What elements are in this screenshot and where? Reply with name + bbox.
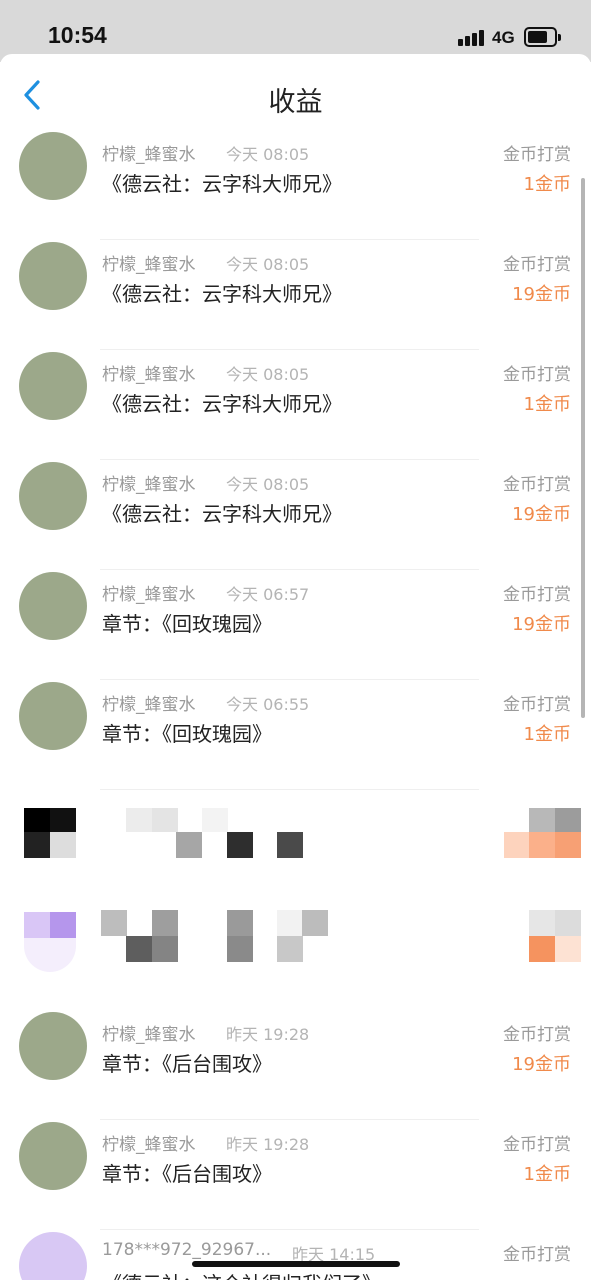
list-item[interactable]: 柠檬_蜂蜜水 今天 08:05 《德云社：云字科大师兄》 金币打赏 1金币 <box>0 350 591 460</box>
item-title: 《德云社：云字科大师兄》 <box>102 502 342 526</box>
timestamp: 今天 08:05 <box>226 255 310 274</box>
reward-amount: 1金币 <box>523 394 571 415</box>
avatar[interactable] <box>19 682 87 750</box>
timestamp: 今天 08:05 <box>226 475 310 494</box>
user-name: 柠檬_蜂蜜水 <box>102 1025 196 1045</box>
timestamp: 今天 08:05 <box>226 365 310 384</box>
list-item[interactable]: 柠檬_蜂蜜水 昨天 19:28 章节：《后台围攻》 金币打赏 1金币 <box>0 1120 591 1230</box>
reward-type: 金币打赏 <box>503 255 571 275</box>
battery-icon <box>524 27 561 47</box>
reward-amount: 1金币 <box>523 724 571 745</box>
reward-type: 金币打赏 <box>503 585 571 605</box>
status-time: 10:54 <box>48 22 107 48</box>
item-title: 章节：《回玫瑰园》 <box>102 722 272 746</box>
list-item[interactable]: 178***972_92967... 昨天 14:15 《德云社：这个社得归我们… <box>0 1230 591 1280</box>
avatar[interactable] <box>19 1122 87 1190</box>
avatar[interactable] <box>19 572 87 640</box>
reward-amount: 1金币 <box>523 1164 571 1185</box>
reward-amount: 1金币 <box>523 174 571 195</box>
user-name: 柠檬_蜂蜜水 <box>102 255 196 275</box>
reward-type: 金币打赏 <box>503 695 571 715</box>
item-title: 《德云社：这个社得归我们了》 <box>102 1268 382 1280</box>
redacted-list-item[interactable] <box>0 790 591 900</box>
redacted-list-item[interactable] <box>0 900 591 1010</box>
earnings-list: 柠檬_蜂蜜水 今天 08:05 《德云社：云字科大师兄》 金币打赏 1金币 柠檬… <box>0 130 591 1280</box>
timestamp: 昨天 19:28 <box>226 1135 310 1154</box>
signal-icon <box>458 29 486 46</box>
reward-type: 金币打赏 <box>503 145 571 165</box>
item-title: 章节：《后台围攻》 <box>102 1162 272 1186</box>
avatar[interactable] <box>19 132 87 200</box>
user-name: 柠檬_蜂蜜水 <box>102 365 196 385</box>
list-item[interactable]: 柠檬_蜂蜜水 今天 08:05 《德云社：云字科大师兄》 金币打赏 19金币 <box>0 460 591 570</box>
nav-bar: 收益 <box>0 54 591 132</box>
timestamp: 昨天 19:28 <box>226 1025 310 1044</box>
page-title: 收益 <box>268 87 323 118</box>
timestamp: 今天 06:55 <box>226 695 310 714</box>
item-title: 章节：《后台围攻》 <box>102 1052 272 1076</box>
reward-type: 金币打赏 <box>503 475 571 495</box>
scrollbar[interactable] <box>581 178 585 718</box>
reward-type: 金币打赏 <box>503 1025 571 1045</box>
reward-amount: 19金币 <box>512 1054 571 1075</box>
user-name: 柠檬_蜂蜜水 <box>102 475 196 495</box>
item-title: 章节：《回玫瑰园》 <box>102 612 272 636</box>
reward-amount: 19金币 <box>512 614 571 635</box>
list-item[interactable]: 柠檬_蜂蜜水 今天 06:57 章节：《回玫瑰园》 金币打赏 19金币 <box>0 570 591 680</box>
list-item[interactable]: 柠檬_蜂蜜水 昨天 19:28 章节：《后台围攻》 金币打赏 19金币 <box>0 1010 591 1120</box>
avatar[interactable] <box>19 352 87 420</box>
user-name: 柠檬_蜂蜜水 <box>102 695 196 715</box>
item-title: 《德云社：云字科大师兄》 <box>102 172 342 196</box>
avatar[interactable] <box>19 1232 87 1280</box>
reward-amount: 19金币 <box>512 504 571 525</box>
avatar[interactable] <box>19 1012 87 1080</box>
timestamp: 今天 06:57 <box>226 585 310 604</box>
item-title: 《德云社：云字科大师兄》 <box>102 282 342 306</box>
user-name: 柠檬_蜂蜜水 <box>102 145 196 165</box>
list-item[interactable]: 柠檬_蜂蜜水 今天 08:05 《德云社：云字科大师兄》 金币打赏 19金币 <box>0 240 591 350</box>
status-bar: 10:54 4G <box>0 0 591 62</box>
reward-type: 金币打赏 <box>503 1135 571 1155</box>
avatar[interactable] <box>19 462 87 530</box>
list-item[interactable]: 柠檬_蜂蜜水 今天 06:55 章节：《回玫瑰园》 金币打赏 1金币 <box>0 680 591 790</box>
list-item[interactable]: 柠檬_蜂蜜水 今天 08:05 《德云社：云字科大师兄》 金币打赏 1金币 <box>0 130 591 240</box>
item-title: 《德云社：云字科大师兄》 <box>102 392 342 416</box>
reward-type: 金币打赏 <box>503 365 571 385</box>
user-name: 柠檬_蜂蜜水 <box>102 585 196 605</box>
reward-type: 金币打赏 <box>503 1245 571 1265</box>
timestamp: 今天 08:05 <box>226 145 310 164</box>
user-name: 178***972_92967... <box>102 1240 272 1260</box>
user-name: 柠檬_蜂蜜水 <box>102 1135 196 1155</box>
avatar[interactable] <box>19 242 87 310</box>
home-indicator[interactable] <box>192 1261 400 1267</box>
network-label: 4G <box>492 28 515 47</box>
reward-amount: 19金币 <box>512 284 571 305</box>
